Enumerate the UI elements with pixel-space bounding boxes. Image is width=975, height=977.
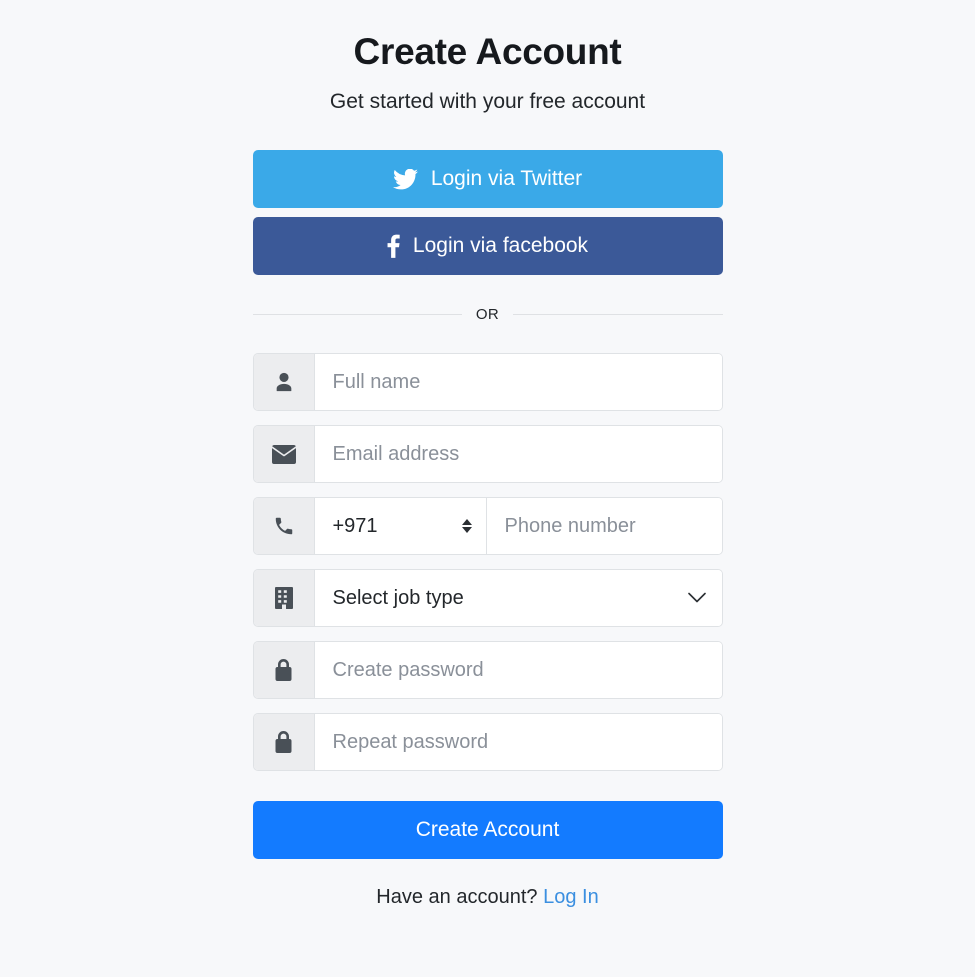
phone-icon <box>253 498 315 555</box>
or-divider: OR <box>252 306 723 324</box>
signup-card: Create Account Get started with your fre… <box>252 30 723 977</box>
lock-icon <box>253 714 315 771</box>
email-input[interactable] <box>314 426 722 483</box>
log-in-link[interactable]: Log In <box>543 886 599 908</box>
login-via-facebook-label: Login via facebook <box>412 234 589 258</box>
login-via-twitter-button[interactable]: Login via Twitter <box>252 150 723 209</box>
facebook-f-icon <box>387 234 400 259</box>
divider-label: OR <box>475 306 500 324</box>
create-password-input[interactable] <box>314 642 722 699</box>
create-password-row <box>252 641 723 700</box>
country-code-select[interactable]: +971 <box>314 498 486 555</box>
building-icon <box>253 570 315 627</box>
divider-line-right <box>513 314 723 316</box>
lock-icon <box>253 642 315 699</box>
login-via-twitter-label: Login via Twitter <box>430 167 583 191</box>
full-name-input[interactable] <box>314 354 722 411</box>
login-prompt: Have an account? Log In <box>253 886 723 909</box>
country-code-select-wrap: +971 <box>314 498 487 555</box>
job-type-select[interactable]: Select job type <box>314 570 722 627</box>
phone-row: +971 <box>252 497 723 556</box>
page-title: Create Account <box>353 31 622 72</box>
create-account-button[interactable]: Create Account <box>252 801 723 860</box>
twitter-bird-icon <box>392 168 418 190</box>
page-subtitle: Get started with your free account <box>329 90 646 114</box>
envelope-icon <box>253 426 315 483</box>
repeat-password-row <box>252 713 723 772</box>
email-row <box>252 425 723 484</box>
full-name-row <box>252 353 723 412</box>
job-type-select-wrap: Select job type <box>314 570 722 627</box>
signup-page: Create Account Get started with your fre… <box>0 0 975 977</box>
phone-number-input[interactable] <box>486 498 722 555</box>
job-type-row: Select job type <box>252 569 723 628</box>
repeat-password-input[interactable] <box>314 714 722 771</box>
login-via-facebook-button[interactable]: Login via facebook <box>252 217 723 276</box>
user-icon <box>253 354 315 411</box>
divider-line-left <box>252 314 462 316</box>
login-prompt-text: Have an account? <box>376 886 538 909</box>
